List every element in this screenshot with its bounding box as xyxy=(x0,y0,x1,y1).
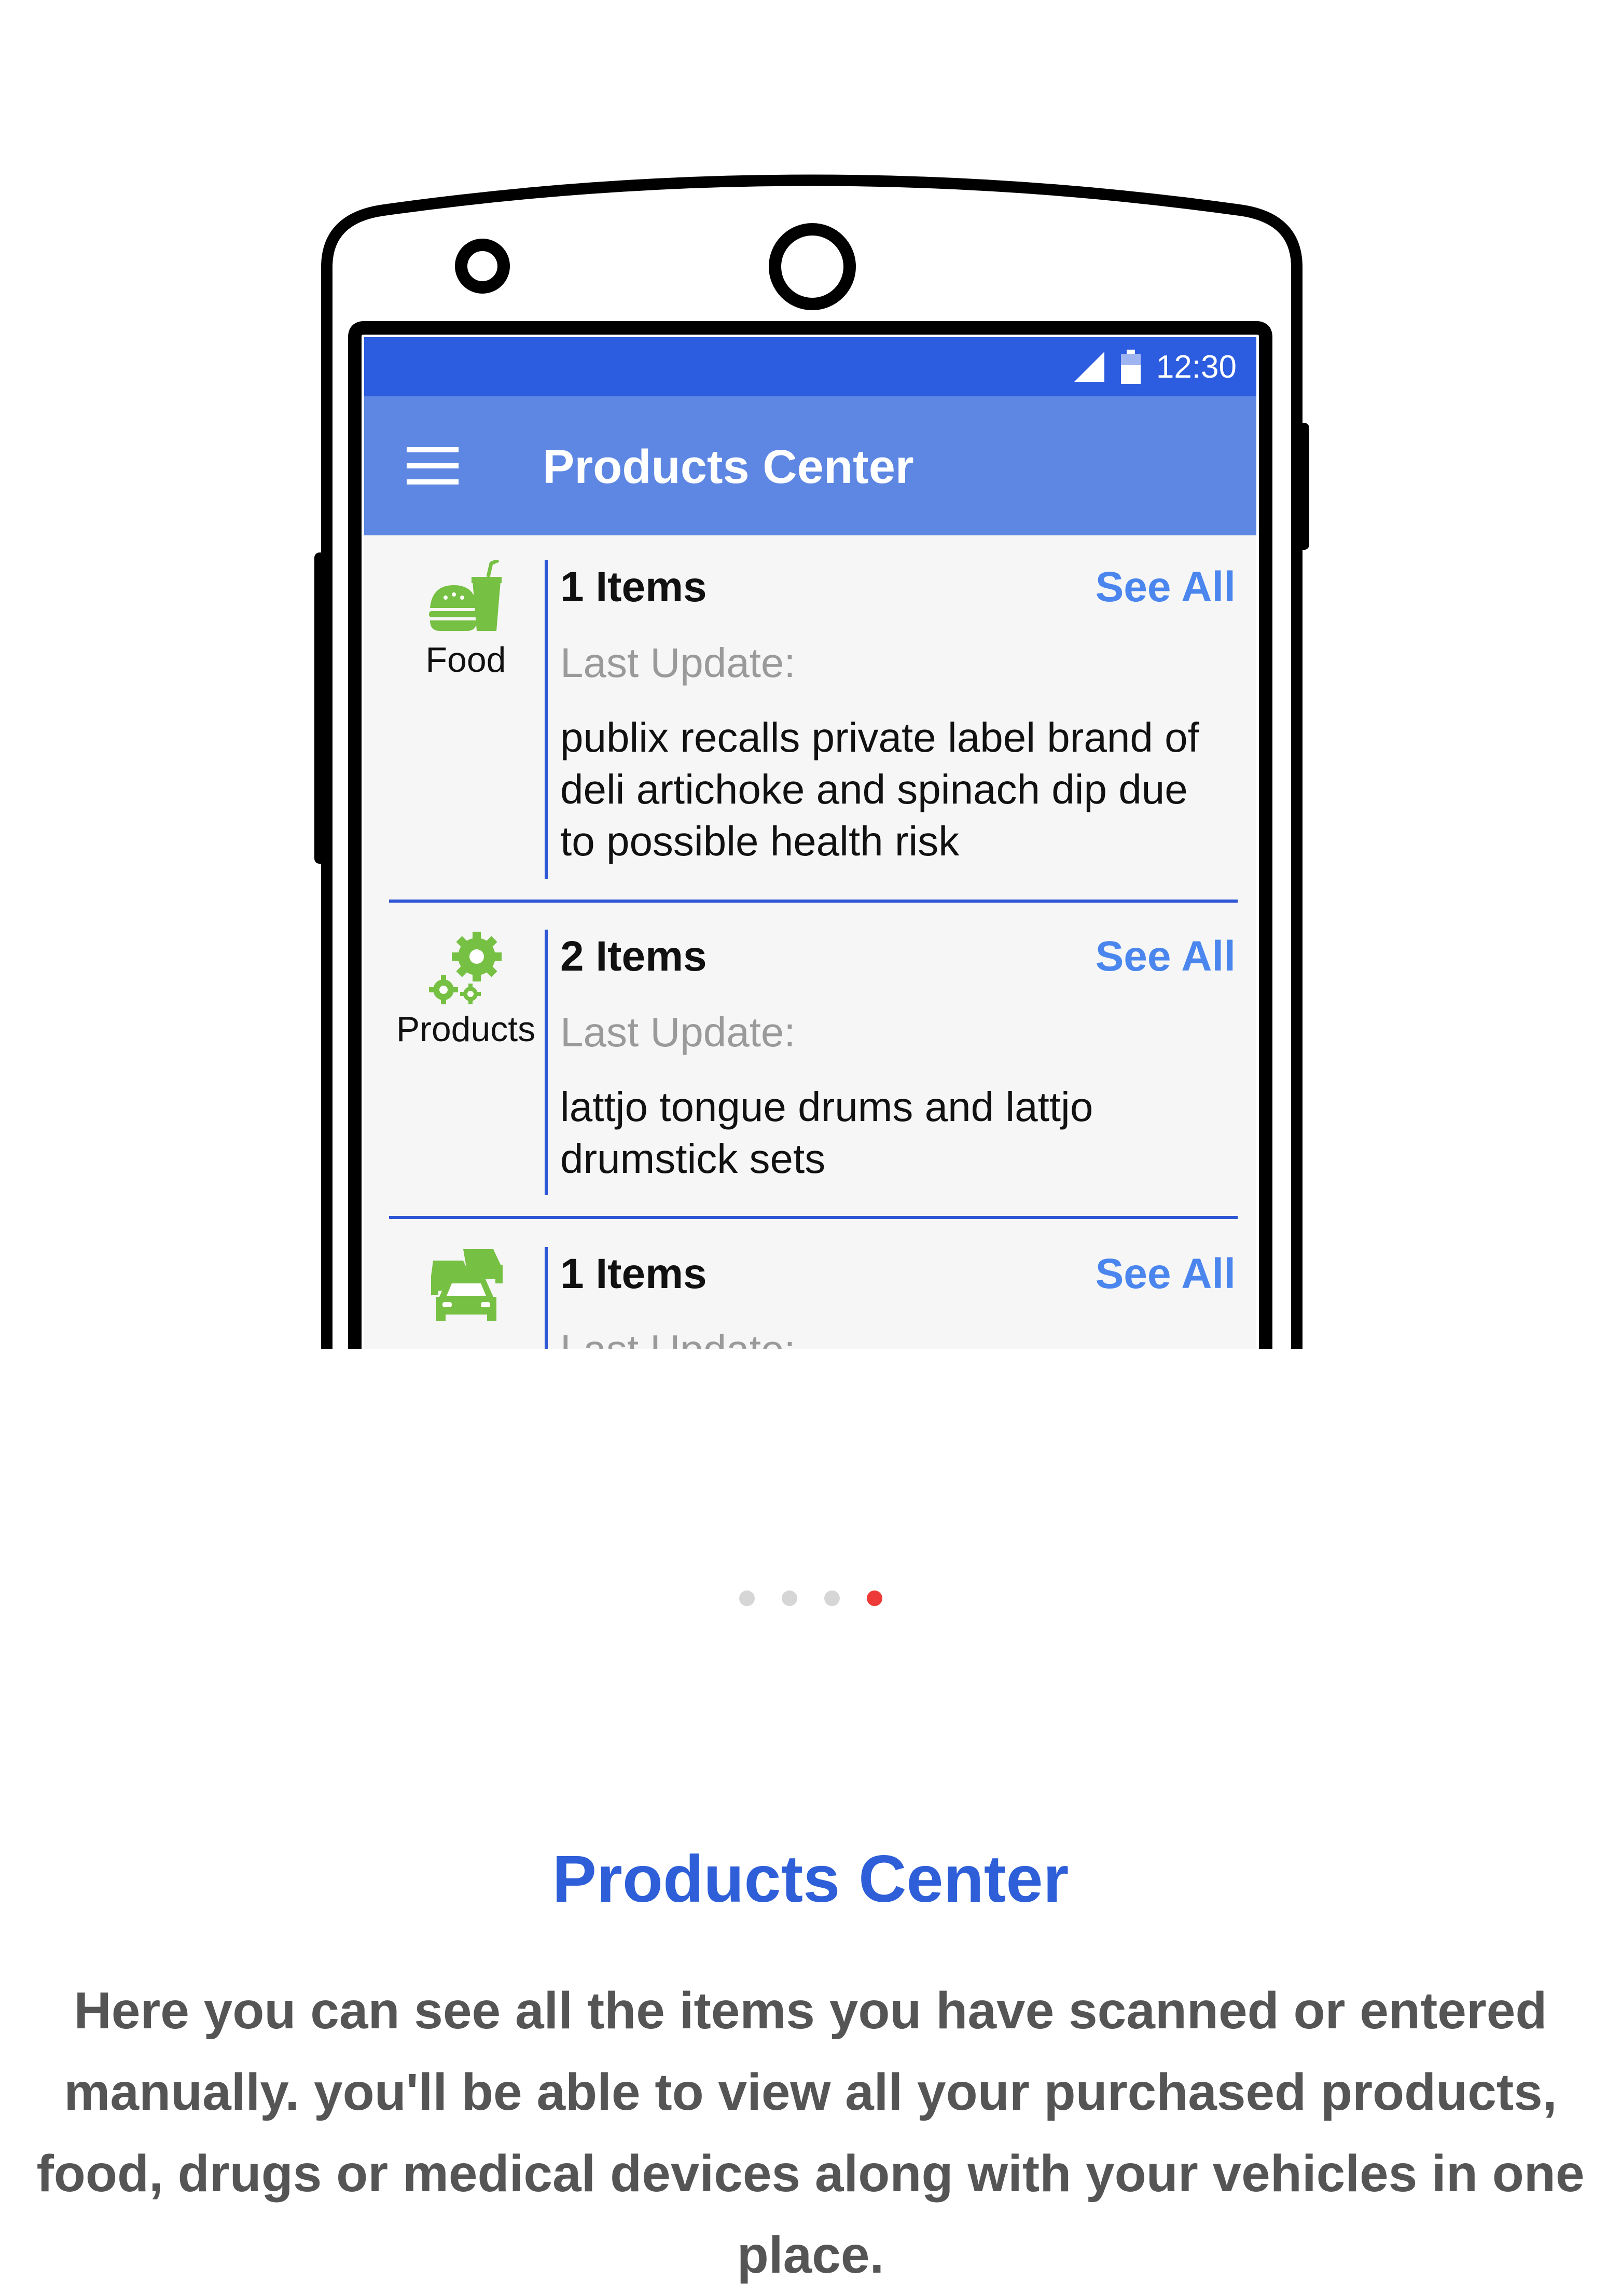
phone-camera-icon xyxy=(769,223,856,310)
gears-icon xyxy=(429,932,502,1004)
category-card-vehicles[interactable]: 1 Items See All Last Update: xyxy=(389,1247,1238,1349)
pagination-dots xyxy=(0,1590,1621,1606)
pagination-dot[interactable] xyxy=(824,1590,840,1606)
status-bar: 12:30 xyxy=(364,337,1256,396)
see-all-button[interactable]: See All xyxy=(1096,1248,1236,1300)
status-time: 12:30 xyxy=(1156,349,1237,385)
battery-icon xyxy=(1120,350,1141,384)
item-count: 1 Items xyxy=(560,1250,707,1297)
caption-title: Products Center xyxy=(552,1842,1069,1916)
last-update-description: lattjo tongue drums and lattjo drumstick… xyxy=(560,1084,1093,1182)
app-bar: Products Center xyxy=(364,396,1256,535)
category-card-products[interactable]: Products 2 Items See All Last Update: la… xyxy=(389,930,1238,1199)
last-update-label: Last Update: xyxy=(560,1009,796,1055)
card-divider xyxy=(545,560,548,879)
card-separator xyxy=(389,1216,1238,1219)
signal-icon xyxy=(1074,352,1104,382)
card-separator xyxy=(389,900,1238,903)
see-all-button[interactable]: See All xyxy=(1096,931,1236,983)
card-divider xyxy=(545,1247,548,1349)
item-count: 2 Items xyxy=(560,933,707,980)
last-update-label: Last Update: xyxy=(560,1324,796,1349)
pagination-dot[interactable] xyxy=(739,1590,755,1606)
phone-screen: 12:30 Products Center Food 1 Items See A… xyxy=(364,337,1256,1349)
app-bar-title: Products Center xyxy=(543,440,914,493)
pagination-dot[interactable] xyxy=(781,1590,797,1606)
category-card-food[interactable]: Food 1 Items See All Last Update: publix… xyxy=(389,560,1238,882)
last-update-label: Last Update: xyxy=(560,640,796,686)
hamburger-menu-icon[interactable] xyxy=(407,446,459,486)
caption-body: Here you can see all the items you have … xyxy=(36,1982,1585,2284)
phone-sensor-icon xyxy=(455,239,510,294)
food-icon xyxy=(429,560,502,631)
category-label: Products xyxy=(396,1009,536,1049)
category-label: Food xyxy=(425,640,506,680)
card-divider xyxy=(545,930,548,1195)
pagination-dot-active[interactable] xyxy=(866,1590,882,1606)
last-update-description: publix recalls private label brand of de… xyxy=(560,714,1199,864)
see-all-button[interactable]: See All xyxy=(1096,561,1236,613)
status-icons: 12:30 xyxy=(1074,349,1237,385)
vehicles-icon xyxy=(431,1249,503,1321)
item-count: 1 Items xyxy=(560,563,707,611)
